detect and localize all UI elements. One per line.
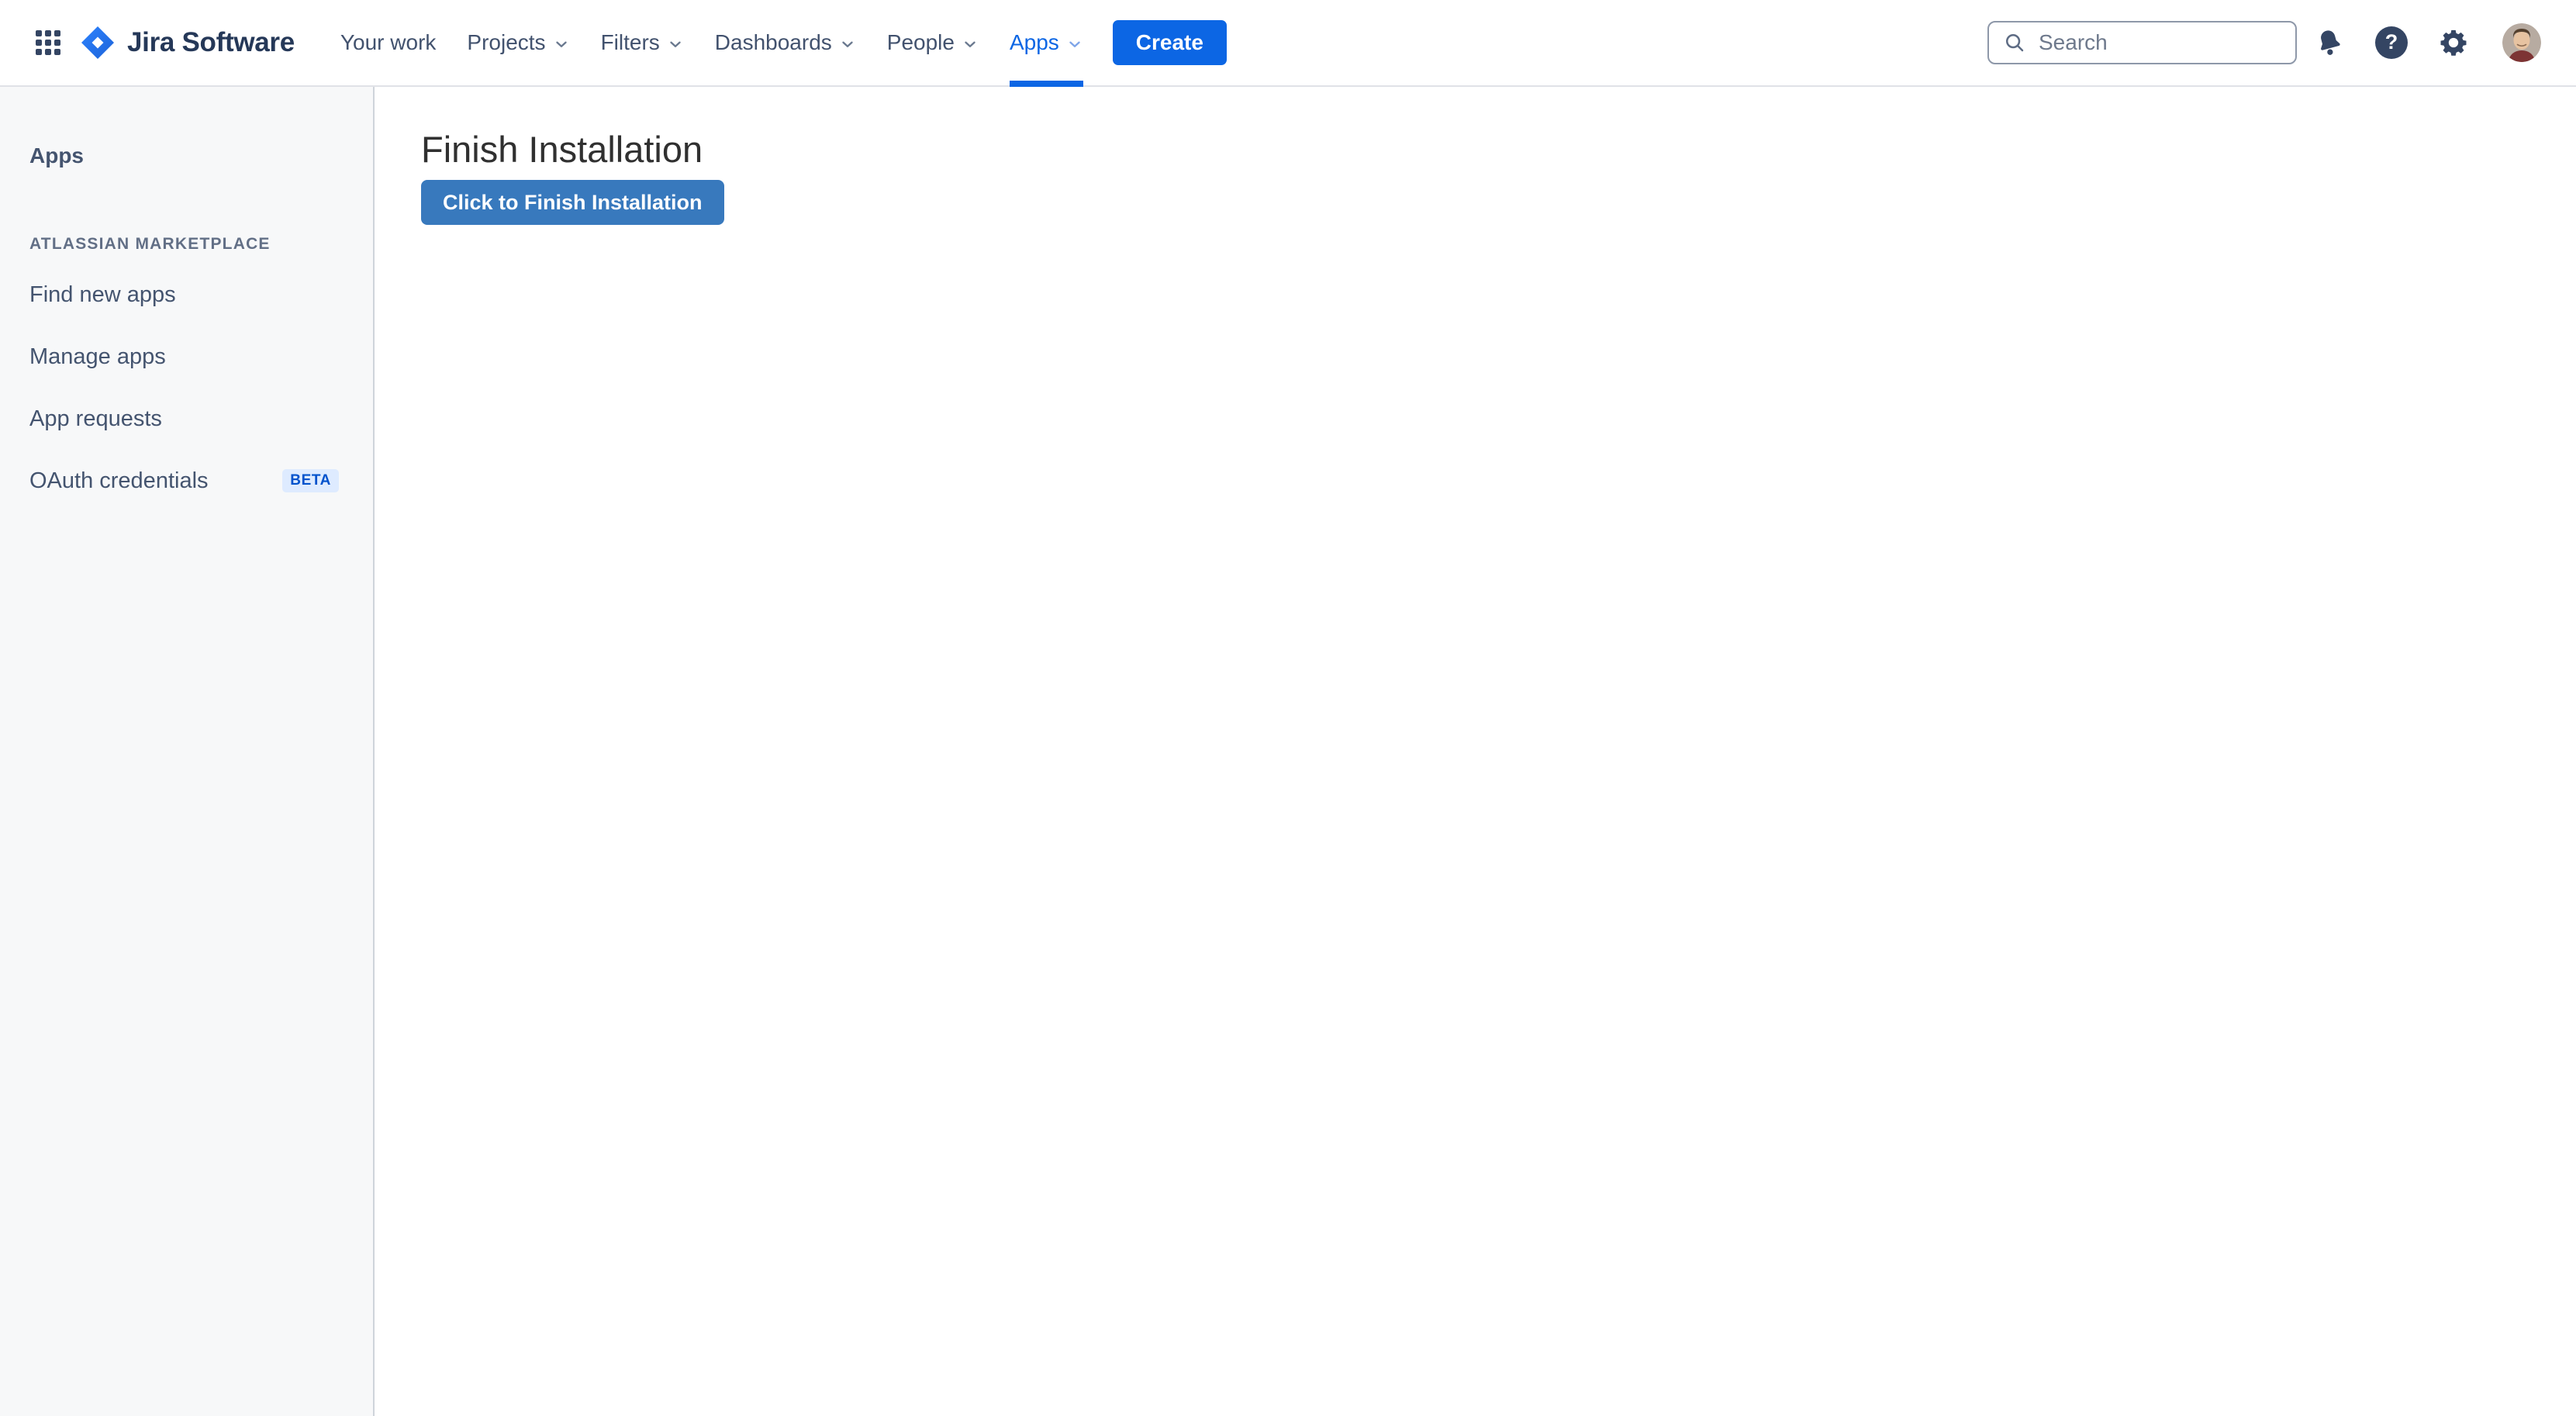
search-input[interactable] (1989, 22, 2295, 63)
logo-text: Jira Software (127, 27, 295, 58)
settings-button[interactable] (2436, 26, 2471, 60)
sidebar-item-oauth-credentials[interactable]: OAuth credentials BETA (29, 450, 373, 512)
nav-item-apps[interactable]: Apps (1010, 0, 1083, 85)
nav-item-dashboards[interactable]: Dashboards (715, 0, 856, 85)
question-circle-icon: ? (2375, 26, 2408, 59)
nav-item-your-work[interactable]: Your work (340, 0, 436, 85)
chevron-down-icon (962, 36, 979, 53)
top-navigation-bar: Jira Software Your work Projects Filters… (0, 0, 2576, 87)
nav-item-projects[interactable]: Projects (467, 0, 569, 85)
chevron-down-icon (839, 36, 856, 53)
bell-icon (2311, 24, 2349, 62)
gear-icon (2439, 28, 2468, 57)
jira-logo[interactable]: Jira Software (79, 24, 295, 61)
sidebar-item-list: Find new apps Manage apps App requests O… (29, 264, 373, 512)
main-content: Finish Installation Click to Finish Inst… (376, 87, 2576, 225)
grid-icon (33, 28, 63, 57)
primary-nav: Your work Projects Filters Dashboards (340, 0, 1083, 85)
create-button[interactable]: Create (1113, 20, 1227, 65)
sidebar-item-app-requests[interactable]: App requests (29, 388, 373, 450)
sidebar-item-find-new-apps[interactable]: Find new apps (29, 264, 373, 326)
chevron-down-icon (667, 36, 684, 53)
beta-badge: BETA (282, 469, 339, 492)
sidebar-item-manage-apps[interactable]: Manage apps (29, 326, 373, 388)
chevron-down-icon (553, 36, 570, 53)
sidebar: Apps ATLASSIAN MARKETPLACE Find new apps… (0, 87, 375, 1416)
avatar-photo (2502, 23, 2541, 62)
search-box (1987, 21, 2297, 64)
nav-item-filters[interactable]: Filters (601, 0, 684, 85)
app-switcher-button[interactable] (31, 26, 65, 60)
sidebar-title: Apps (29, 143, 373, 169)
jira-diamond-icon (79, 24, 116, 61)
page-title: Finish Installation (421, 129, 2576, 171)
user-avatar[interactable] (2502, 23, 2541, 62)
chevron-down-icon (1066, 36, 1083, 53)
sidebar-section-label: ATLASSIAN MARKETPLACE (29, 234, 373, 254)
finish-installation-button[interactable]: Click to Finish Installation (421, 180, 724, 225)
nav-item-people[interactable]: People (887, 0, 979, 85)
notifications-button[interactable] (2312, 26, 2346, 60)
help-button[interactable]: ? (2374, 26, 2409, 60)
